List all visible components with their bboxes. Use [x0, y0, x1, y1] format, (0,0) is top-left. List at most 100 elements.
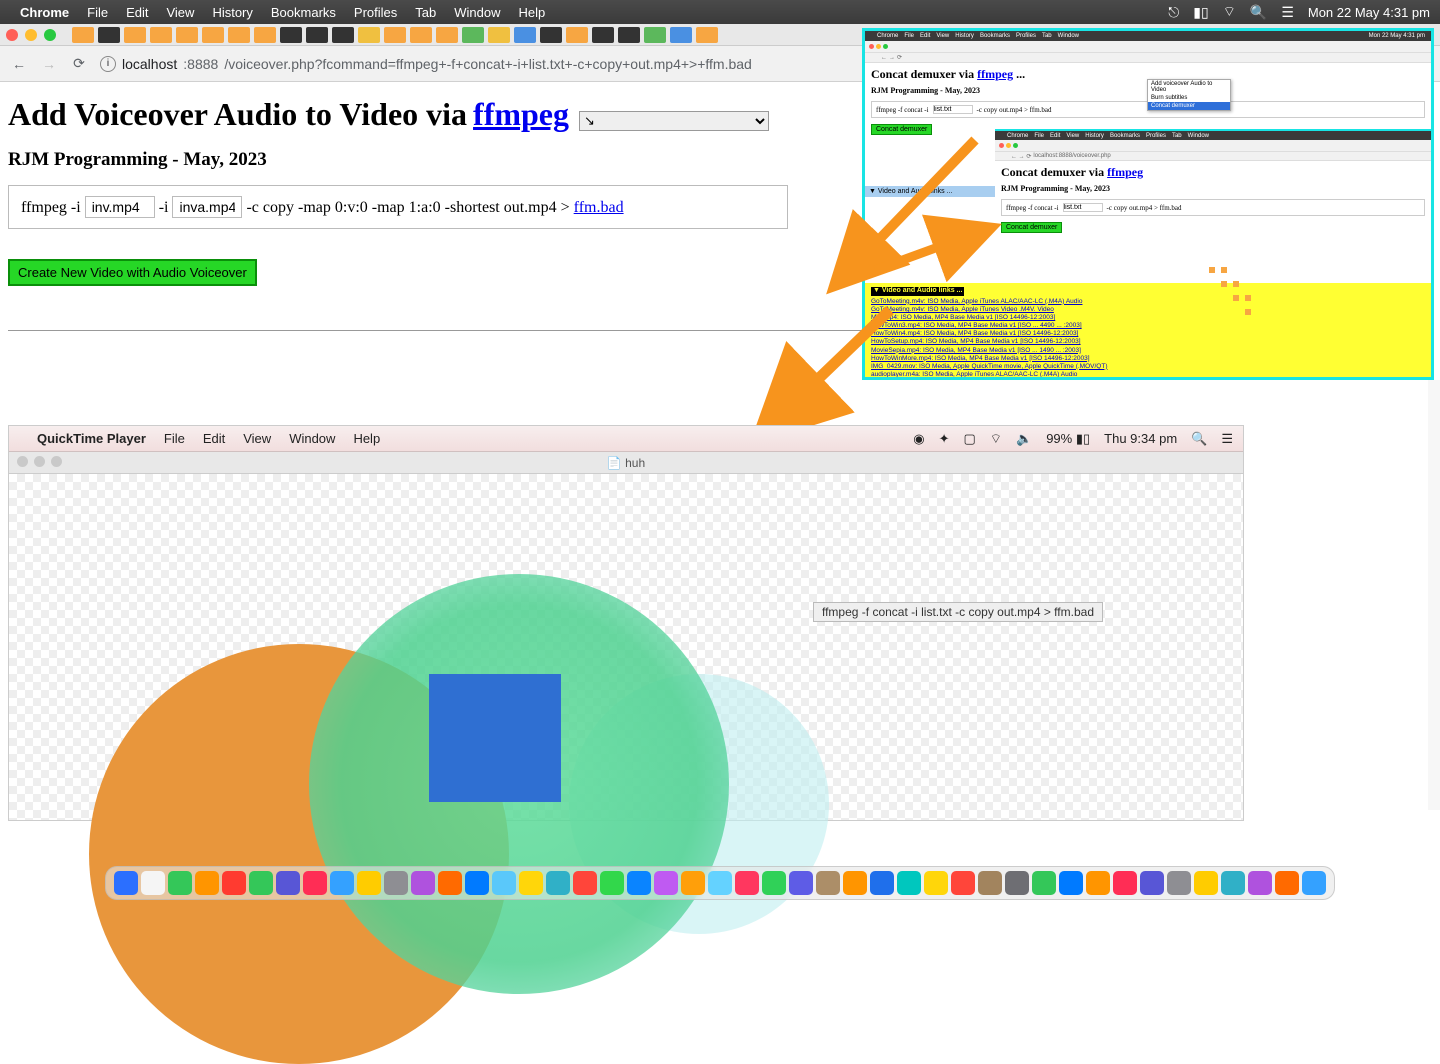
- menubar-clock[interactable]: Mon 22 May 4:31 pm: [1308, 5, 1430, 20]
- battery-icon[interactable]: ▮▯: [1193, 4, 1208, 21]
- window-minimize-icon[interactable]: [34, 456, 45, 467]
- menu-help[interactable]: Help: [519, 5, 546, 20]
- qt-battery[interactable]: 99% ▮▯: [1046, 431, 1090, 447]
- qt-app-name[interactable]: QuickTime Player: [37, 431, 146, 446]
- dock-app-icon[interactable]: [924, 871, 948, 895]
- dock-app-icon[interactable]: [249, 871, 273, 895]
- tab-icon[interactable]: [566, 27, 588, 43]
- dock-app-icon[interactable]: [708, 871, 732, 895]
- tab-icon[interactable]: [124, 27, 146, 43]
- dock-app-icon[interactable]: [438, 871, 462, 895]
- tab-icon[interactable]: [644, 27, 666, 43]
- avast-icon[interactable]: ✦: [939, 431, 950, 447]
- menu-tab[interactable]: Tab: [415, 5, 436, 20]
- dd-item-subtitles[interactable]: Burn subtitles: [1148, 94, 1230, 102]
- dock-app-icon[interactable]: [276, 871, 300, 895]
- mini-concat-button[interactable]: Concat demuxer: [871, 124, 932, 135]
- dock-app-icon[interactable]: [627, 871, 651, 895]
- dock-app-icon[interactable]: [1005, 871, 1029, 895]
- dock-app-icon[interactable]: [1140, 871, 1164, 895]
- tab-icon[interactable]: [280, 27, 302, 43]
- dock-app-icon[interactable]: [870, 871, 894, 895]
- control-center-icon[interactable]: ☰: [1281, 4, 1294, 21]
- airplay-icon[interactable]: ▢: [963, 431, 975, 447]
- dock-app-icon[interactable]: [1032, 871, 1056, 895]
- tab-icon[interactable]: [176, 27, 198, 43]
- dock-app-icon[interactable]: [951, 871, 975, 895]
- forward-button[interactable]: →: [40, 56, 58, 72]
- window-close-icon[interactable]: [6, 29, 18, 41]
- record-icon[interactable]: ◉: [913, 431, 924, 447]
- menu-history[interactable]: History: [212, 5, 252, 20]
- dock-app-icon[interactable]: [330, 871, 354, 895]
- dock-app-icon[interactable]: [1113, 871, 1137, 895]
- dock-app-icon[interactable]: [303, 871, 327, 895]
- dock-app-icon[interactable]: [735, 871, 759, 895]
- menu-bookmarks[interactable]: Bookmarks: [271, 5, 336, 20]
- scrollbar[interactable]: [1428, 380, 1440, 810]
- reload-button[interactable]: ⟳: [70, 55, 88, 72]
- volume-icon[interactable]: 🔈: [1016, 431, 1032, 447]
- menu-profiles[interactable]: Profiles: [354, 5, 397, 20]
- dock-app-icon[interactable]: [546, 871, 570, 895]
- tab-icon[interactable]: [670, 27, 692, 43]
- window-minimize-icon[interactable]: [25, 29, 37, 41]
- cmd-input-audio[interactable]: [172, 196, 242, 218]
- dock-app-icon[interactable]: [411, 871, 435, 895]
- dock-app-icon[interactable]: [1086, 871, 1110, 895]
- tab-icon[interactable]: [150, 27, 172, 43]
- tab-icon[interactable]: [592, 27, 614, 43]
- spotlight-icon[interactable]: 🔍: [1250, 4, 1267, 21]
- window-zoom-icon[interactable]: [51, 456, 62, 467]
- nested-concat-button[interactable]: Concat demuxer: [1001, 222, 1062, 233]
- menubar-app[interactable]: Chrome: [20, 5, 69, 20]
- tab-icon[interactable]: [488, 27, 510, 43]
- tab-icon[interactable]: [618, 27, 640, 43]
- dock-app-icon[interactable]: [1167, 871, 1191, 895]
- menu-view[interactable]: View: [166, 5, 194, 20]
- dock-app-icon[interactable]: [1221, 871, 1245, 895]
- dock-app-icon[interactable]: [654, 871, 678, 895]
- tab-icon[interactable]: [358, 27, 380, 43]
- menu-file[interactable]: File: [87, 5, 108, 20]
- dock-app-icon[interactable]: [1248, 871, 1272, 895]
- qt-menu-view[interactable]: View: [243, 431, 271, 446]
- tab-icon[interactable]: [98, 27, 120, 43]
- list-icon[interactable]: ☰: [1221, 431, 1233, 447]
- create-video-button[interactable]: Create New Video with Audio Voiceover: [8, 259, 257, 286]
- dock-app-icon[interactable]: [1302, 871, 1326, 895]
- title-link-ffmpeg[interactable]: ffmpeg: [473, 96, 569, 133]
- dd-item-voiceover[interactable]: Add voiceover Audio to Video: [1148, 80, 1230, 94]
- dock-app-icon[interactable]: [141, 871, 165, 895]
- wifi-icon[interactable]: ⌔: [990, 431, 1002, 447]
- window-close-icon[interactable]: [17, 456, 28, 467]
- dock-app-icon[interactable]: [465, 871, 489, 895]
- dock-app-icon[interactable]: [519, 871, 543, 895]
- tab-icon[interactable]: [410, 27, 432, 43]
- mini-link-ffmpeg[interactable]: ffmpeg: [977, 67, 1013, 81]
- dock-app-icon[interactable]: [681, 871, 705, 895]
- dock-app-icon[interactable]: [600, 871, 624, 895]
- tab-icon[interactable]: [202, 27, 224, 43]
- address-bar[interactable]: i localhost:8888/voiceover.php?fcommand=…: [100, 56, 780, 72]
- tab-icon[interactable]: [540, 27, 562, 43]
- spotlight-icon[interactable]: 🔍: [1191, 431, 1207, 447]
- dock-app-icon[interactable]: [492, 871, 516, 895]
- mini-blue-summary[interactable]: ▼ Video and Audio links ...: [865, 186, 995, 197]
- tab-icon[interactable]: [514, 27, 536, 43]
- qt-menu-help[interactable]: Help: [353, 431, 380, 446]
- dd-item-concat[interactable]: Concat demuxer: [1148, 102, 1230, 110]
- dock-app-icon[interactable]: [168, 871, 192, 895]
- qt-menu-file[interactable]: File: [164, 431, 185, 446]
- tab-icon[interactable]: [436, 27, 458, 43]
- dock-app-icon[interactable]: [1194, 871, 1218, 895]
- dock-app-icon[interactable]: [114, 871, 138, 895]
- qt-menu-window[interactable]: Window: [289, 431, 335, 446]
- dock-app-icon[interactable]: [762, 871, 786, 895]
- dock-app-icon[interactable]: [843, 871, 867, 895]
- cmd-link-ffmbad[interactable]: ffm.bad: [574, 199, 624, 216]
- qt-clock[interactable]: Thu 9:34 pm: [1104, 431, 1177, 446]
- dock-app-icon[interactable]: [195, 871, 219, 895]
- nested-input[interactable]: [1063, 203, 1103, 212]
- dock-app-icon[interactable]: [384, 871, 408, 895]
